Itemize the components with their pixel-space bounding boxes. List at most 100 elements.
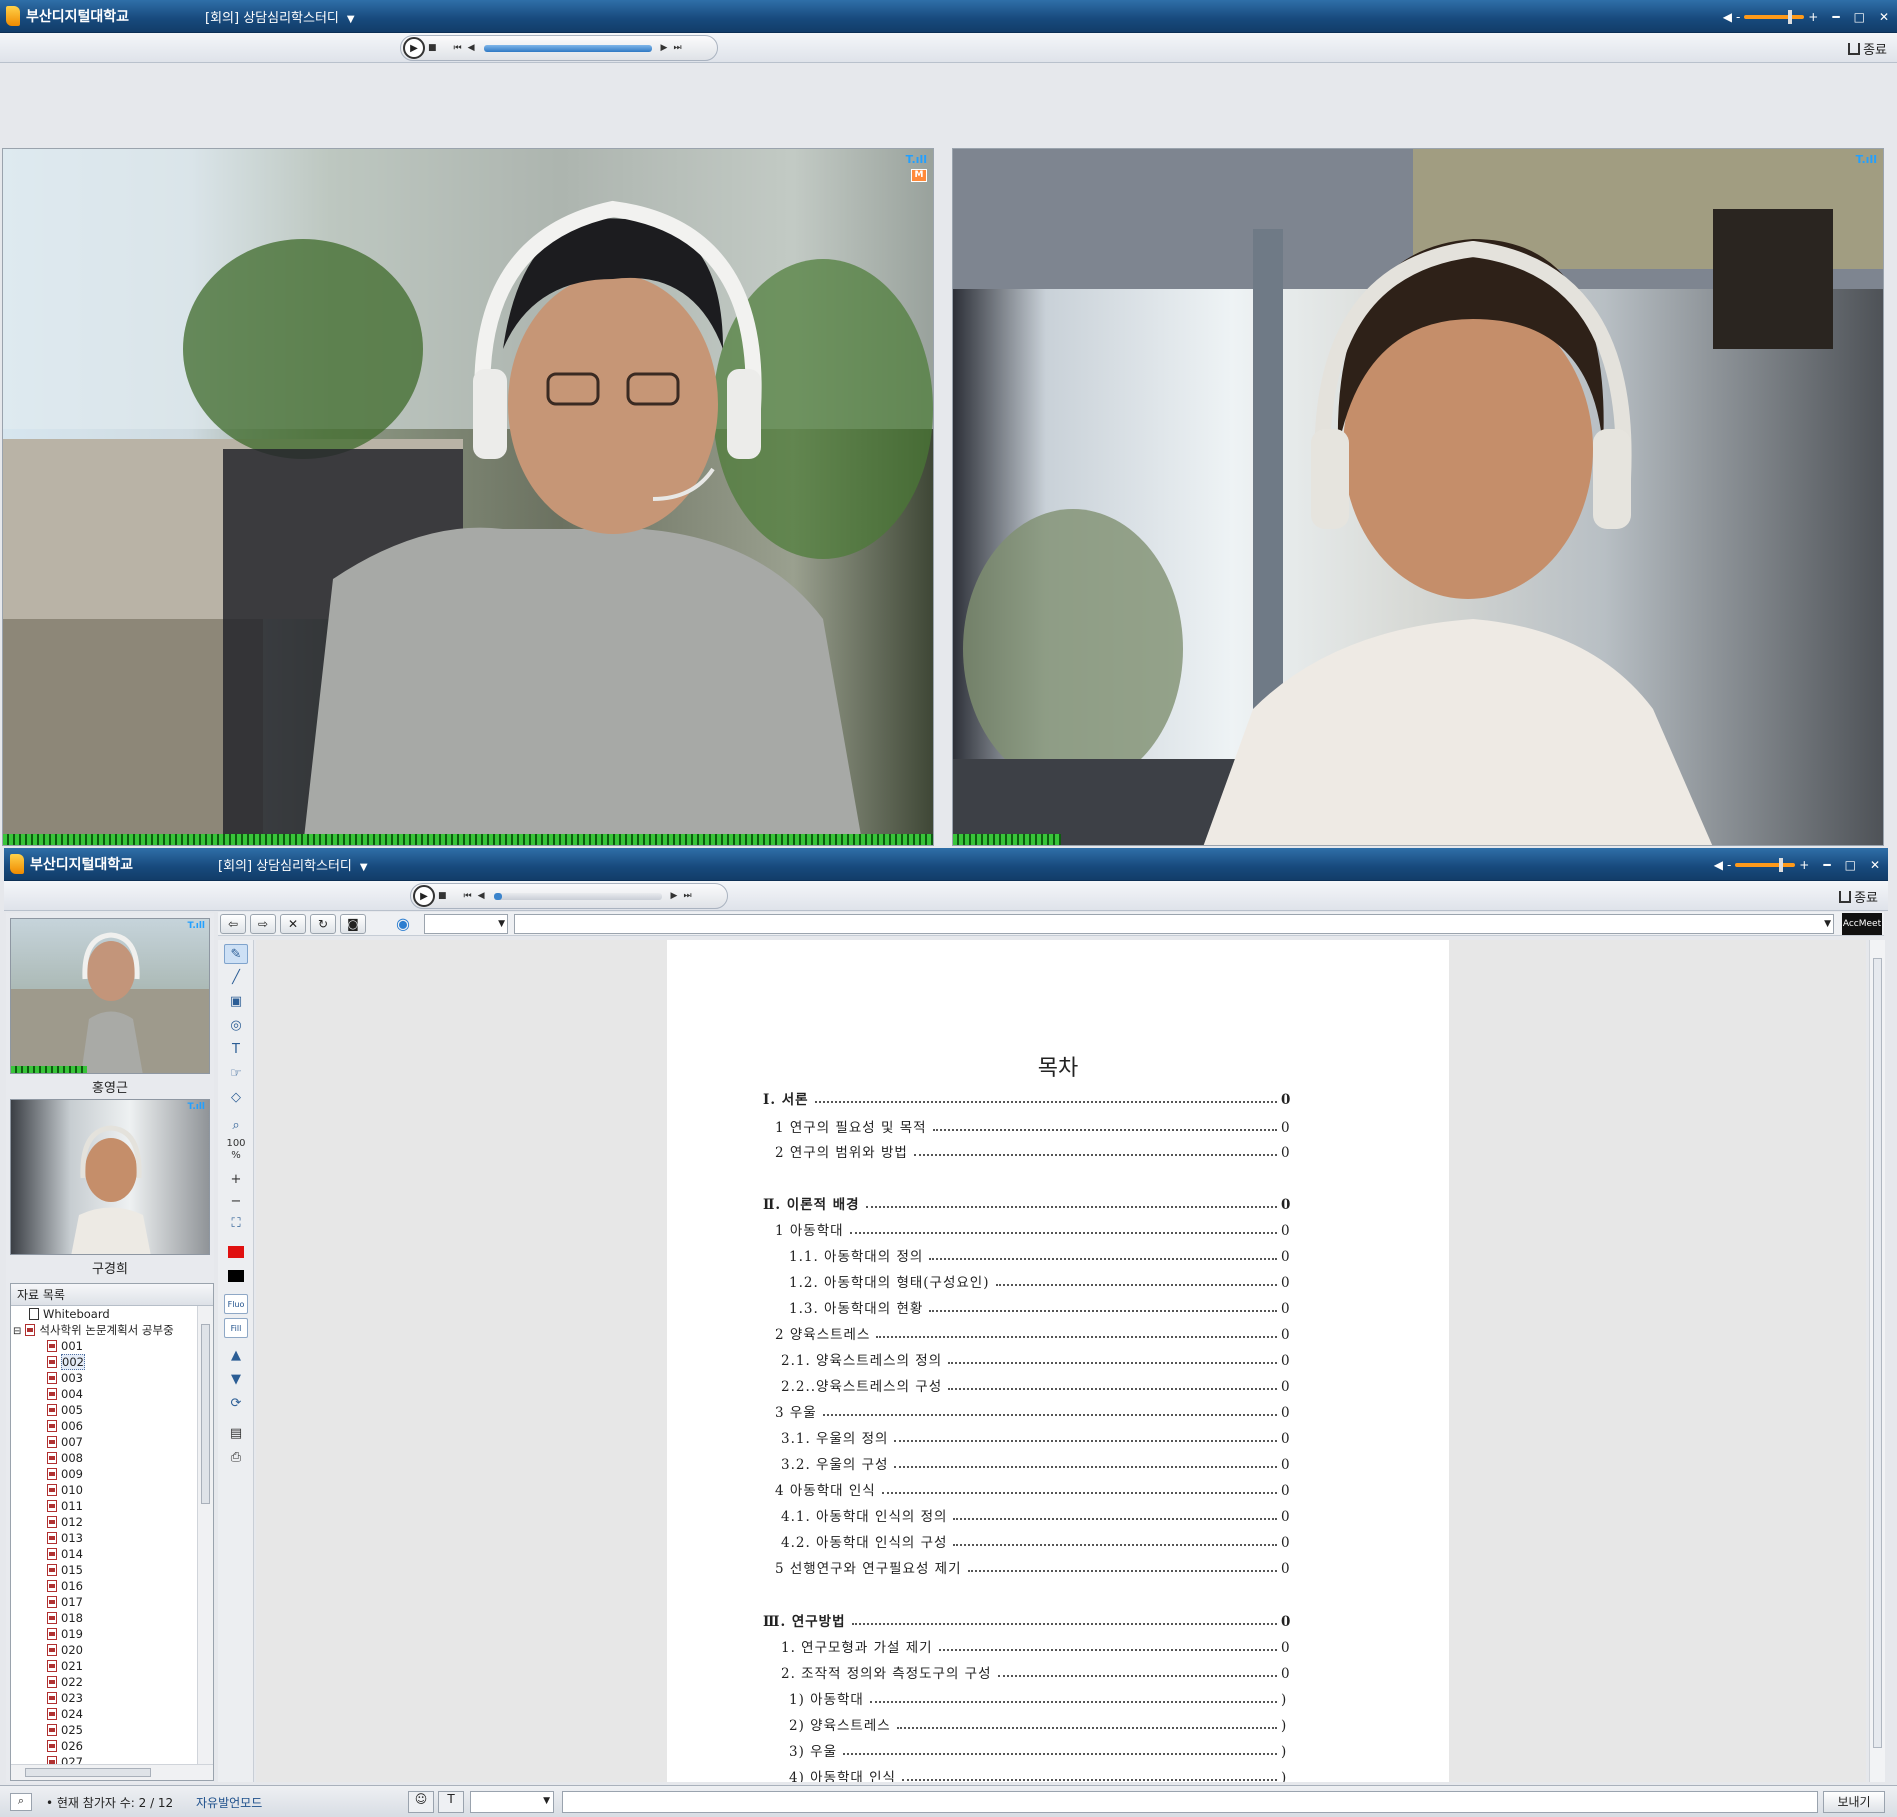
address-type-select[interactable]: ▼	[424, 914, 508, 934]
room-title-dropdown[interactable]: [회의] 상담심리학스터디 ▼	[205, 7, 355, 26]
zoom-in-icon[interactable]: +	[224, 1170, 248, 1190]
participant-thumb-1[interactable]: T.ıll	[10, 918, 210, 1074]
stop-button[interactable]: ■	[428, 43, 437, 53]
step-forward-button[interactable]: ▶	[671, 891, 678, 901]
page-item[interactable]: 022	[11, 1674, 197, 1690]
page-item[interactable]: 015	[11, 1562, 197, 1578]
toc-entry-page: 0	[1281, 1614, 1292, 1630]
page-item[interactable]: 016	[11, 1578, 197, 1594]
page-item[interactable]: 005	[11, 1402, 197, 1418]
page-item[interactable]: 007	[11, 1434, 197, 1450]
line-icon[interactable]: ╱	[224, 968, 248, 988]
step-forward-button[interactable]: ▶	[661, 43, 668, 53]
page-item[interactable]: 009	[11, 1466, 197, 1482]
close-button[interactable]: ✕	[1879, 10, 1889, 24]
page-item[interactable]: 010	[11, 1482, 197, 1498]
fill-color-swatch[interactable]	[224, 1266, 248, 1286]
materials-vscroll[interactable]	[197, 1306, 213, 1764]
materials-hscroll[interactable]	[11, 1764, 213, 1780]
forward-arrow-icon[interactable]: ⇨	[250, 914, 276, 934]
fit-page-icon[interactable]: ⛶	[224, 1214, 248, 1234]
camera-icon[interactable]: ◙	[340, 914, 366, 934]
page-item[interactable]: 012	[11, 1514, 197, 1530]
minimize-button[interactable]: ━	[1832, 10, 1839, 24]
stop-button[interactable]: ■	[438, 891, 447, 901]
page-item[interactable]: 024	[11, 1706, 197, 1722]
back-arrow-icon[interactable]: ⇦	[220, 914, 246, 934]
page-item[interactable]: 003	[11, 1370, 197, 1386]
pen-icon[interactable]: ✎	[224, 944, 248, 964]
end-button[interactable]: 종료	[1848, 39, 1887, 58]
page-item[interactable]: 025	[11, 1722, 197, 1738]
fluo-icon[interactable]: Fluo	[224, 1294, 248, 1314]
page-item[interactable]: 020	[11, 1642, 197, 1658]
text-icon[interactable]: T	[224, 1040, 248, 1060]
chat-input[interactable]	[562, 1791, 1818, 1813]
save-icon[interactable]: ▤	[224, 1424, 248, 1444]
page-item[interactable]: 006	[11, 1418, 197, 1434]
page-item[interactable]: 026	[11, 1738, 197, 1754]
page-item[interactable]: 004	[11, 1386, 197, 1402]
viewer-vscroll[interactable]	[1869, 940, 1885, 1782]
address-input[interactable]: ▼	[514, 914, 1834, 934]
page-up-icon[interactable]: ▲	[224, 1346, 248, 1366]
send-button[interactable]: 보내기	[1823, 1791, 1885, 1813]
page-item[interactable]: 013	[11, 1530, 197, 1546]
participant-thumb-2[interactable]: T.ıll	[10, 1099, 210, 1255]
seek-bar[interactable]	[493, 892, 662, 900]
maximize-button[interactable]: □	[1845, 858, 1856, 872]
room-title-dropdown[interactable]: [회의] 상담심리학스터디 ▼	[218, 855, 368, 874]
page-item[interactable]: 014	[11, 1546, 197, 1562]
zoom-out-icon[interactable]: −	[224, 1192, 248, 1212]
page-item[interactable]: 019	[11, 1626, 197, 1642]
viewer-navbar: ⇦ ⇨ ✕ ↻ ◙ ◉ ▼ ▼ AccMeet	[218, 912, 1884, 936]
volume-slider[interactable]: ◀ - +	[1723, 9, 1818, 24]
rewind-button[interactable]: ⏮	[454, 43, 462, 53]
page-icon	[47, 1484, 57, 1496]
page-item[interactable]: 027	[11, 1754, 197, 1764]
page-item[interactable]: 017	[11, 1594, 197, 1610]
maximize-button[interactable]: □	[1854, 10, 1865, 24]
eraser-icon[interactable]: ◇	[224, 1088, 248, 1108]
play-button[interactable]: ▶	[413, 885, 435, 907]
page-item[interactable]: 021	[11, 1658, 197, 1674]
rewind-button[interactable]: ⏮	[464, 891, 472, 901]
font-size-select[interactable]: ▼	[470, 1791, 554, 1813]
page-item[interactable]: 011	[11, 1498, 197, 1514]
folder-item[interactable]: ⊟ 석사학위 논문계획서 공부중	[11, 1322, 197, 1338]
collapse-icon[interactable]: ⊟	[13, 1326, 21, 1337]
search-icon[interactable]: ⌕	[10, 1793, 32, 1811]
sync-icon[interactable]: ⟳	[224, 1394, 248, 1414]
seek-bar[interactable]	[483, 44, 652, 52]
font-icon[interactable]: T	[438, 1791, 464, 1813]
page-down-icon[interactable]: ▼	[224, 1370, 248, 1390]
step-back-button[interactable]: ◀	[468, 43, 475, 53]
close-button[interactable]: ✕	[1870, 858, 1880, 872]
rectangle-icon[interactable]: ▣	[224, 992, 248, 1012]
fast-forward-button[interactable]: ⏭	[683, 891, 691, 901]
page-item[interactable]: 001	[11, 1338, 197, 1354]
whiteboard-item[interactable]: Whiteboard	[11, 1306, 197, 1322]
play-button[interactable]: ▶	[403, 37, 425, 59]
refresh-icon[interactable]: ↻	[310, 914, 336, 934]
toc-entry-page: 0	[1281, 1483, 1291, 1499]
page-item[interactable]: 023	[11, 1690, 197, 1706]
page-item[interactable]: 018	[11, 1610, 197, 1626]
room-title: [회의] 상담심리학스터디	[205, 10, 339, 26]
page-icon	[47, 1452, 57, 1464]
page-item[interactable]: 008	[11, 1450, 197, 1466]
page-item[interactable]: 002	[11, 1354, 197, 1370]
pointer-hand-icon[interactable]: ☞	[224, 1064, 248, 1084]
volume-slider[interactable]: ◀ - +	[1714, 857, 1809, 872]
print-icon[interactable]: ⎙	[224, 1448, 248, 1468]
step-back-button[interactable]: ◀	[478, 891, 485, 901]
ellipse-icon[interactable]: ◎	[224, 1016, 248, 1036]
magnifier-icon[interactable]: ⌕	[224, 1116, 248, 1136]
pen-color-swatch[interactable]	[224, 1242, 248, 1262]
fill-icon[interactable]: Fill	[224, 1318, 248, 1338]
fast-forward-button[interactable]: ⏭	[673, 43, 681, 53]
minimize-button[interactable]: ━	[1823, 858, 1830, 872]
stop-icon[interactable]: ✕	[280, 914, 306, 934]
end-button[interactable]: 종료	[1839, 887, 1878, 906]
emoticon-icon[interactable]: ☺	[408, 1791, 434, 1813]
